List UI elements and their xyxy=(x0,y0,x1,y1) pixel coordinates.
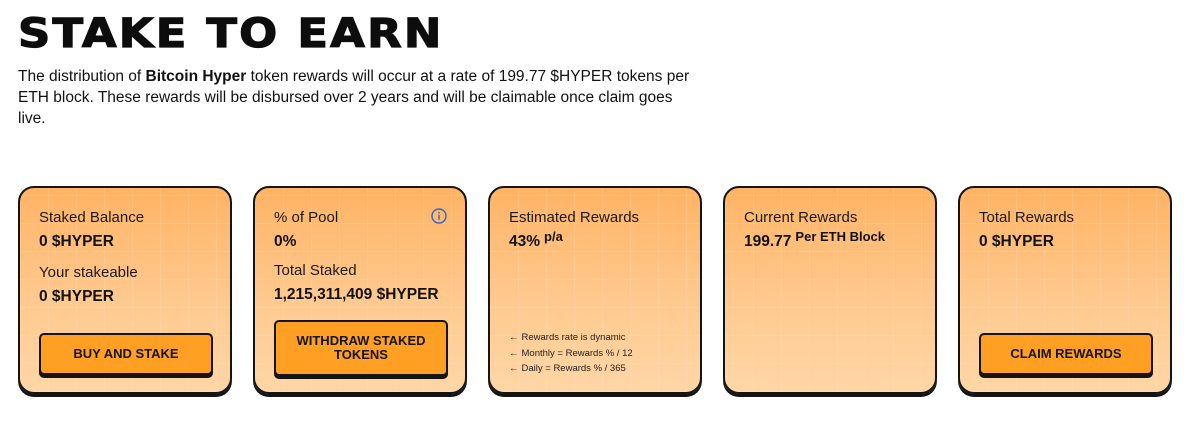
page-title: STAKE TO EARN xyxy=(17,10,444,57)
info-icon[interactable] xyxy=(431,208,447,224)
intro-text-start: The distribution of xyxy=(18,68,146,85)
total-rewards-card: Total Rewards 0 $HYPER CLAIM REWARDS xyxy=(958,186,1172,394)
current-rewards-card: Current Rewards 199.77 Per ETH Block xyxy=(723,186,937,394)
pool-share-value: 0% xyxy=(274,233,297,250)
reward-note: ← Rewards rate is dynamic xyxy=(509,330,633,346)
total-staked-value: 1,215,311,409 $HYPER xyxy=(274,286,439,303)
reward-note-text: Monthly = Rewards % / 12 xyxy=(521,347,633,359)
estimated-rewards-unit: p/a xyxy=(544,229,563,244)
pool-share-card: % of Pool 0% Total Staked 1,215,311,409 … xyxy=(253,186,467,394)
total-rewards-label: Total Rewards xyxy=(979,209,1075,226)
estimated-rewards-card: Estimated Rewards 43% p/a ← Rewards rate i… xyxy=(488,186,702,394)
current-rewards-label: Current Rewards xyxy=(744,209,858,226)
stakeable-label: Your stakeable xyxy=(39,264,138,281)
current-rewards-value: 199.77 Per ETH Block xyxy=(744,229,885,251)
reward-notes: ← Rewards rate is dynamic ← Monthly = Rewa… xyxy=(509,330,633,377)
pool-share-label: % of Pool xyxy=(274,209,339,226)
reward-note-text: Daily = Rewards % / 365 xyxy=(521,363,626,374)
estimated-rewards-percent: 43% xyxy=(509,233,541,250)
total-rewards-value: 0 $HYPER xyxy=(979,233,1054,250)
staked-balance-label: Staked Balance xyxy=(39,209,145,226)
reward-note: ← Monthly = Rewards % / 12 xyxy=(509,346,633,362)
arrow-left-icon: ← xyxy=(509,347,519,359)
arrow-left-icon: ← xyxy=(509,332,519,343)
reward-note: ← Daily = Rewards % / 365 xyxy=(509,361,633,377)
arrow-left-icon: ← xyxy=(509,363,519,374)
claim-rewards-button[interactable]: CLAIM REWARDS xyxy=(979,333,1153,375)
stakeable-value: 0 $HYPER xyxy=(39,288,114,305)
intro-token-name: Bitcoin Hyper xyxy=(145,68,247,85)
reward-note-text: Rewards rate is dynamic xyxy=(521,332,626,343)
staked-balance-card: Staked Balance 0 $HYPER Your stakeable 0… xyxy=(18,186,232,394)
current-rewards-amount: 199.77 xyxy=(744,233,792,250)
estimated-rewards-label: Estimated Rewards xyxy=(509,209,640,226)
withdraw-staked-tokens-button[interactable]: WITHDRAW STAKED TOKENS xyxy=(274,320,448,376)
total-staked-label: Total Staked xyxy=(274,262,357,279)
current-rewards-unit: Per ETH Block xyxy=(795,229,886,244)
buy-and-stake-button[interactable]: BUY AND STAKE xyxy=(39,333,213,375)
staked-balance-value: 0 $HYPER xyxy=(39,233,114,250)
estimated-rewards-value: 43% p/a xyxy=(509,229,563,251)
intro-text: The distribution of Bitcoin Hyper token … xyxy=(18,66,698,129)
